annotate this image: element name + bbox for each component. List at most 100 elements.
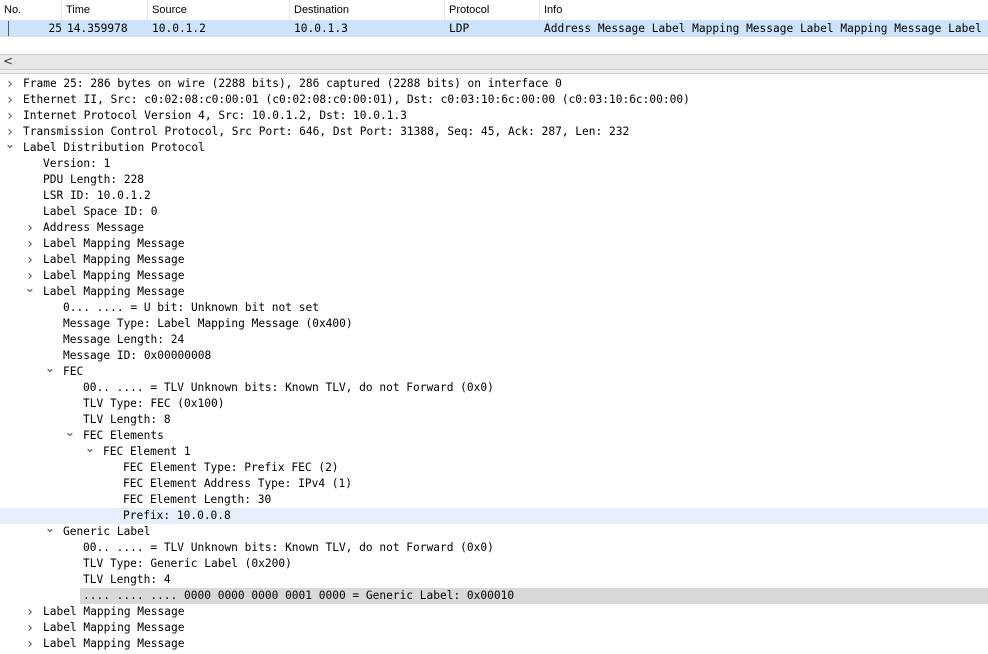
tree-node-label: LSR ID: 10.0.1.2 bbox=[43, 189, 151, 202]
tree-node[interactable]: › Frame 25: 286 bytes on wire (2288 bits)… bbox=[0, 76, 988, 92]
tree-node-label: TLV Length: 8 bbox=[83, 413, 171, 426]
tree-node[interactable]: ⌄ Generic Label bbox=[0, 522, 988, 540]
tree-node[interactable]: 00.. .... = TLV Unknown bits: Known TLV,… bbox=[0, 540, 988, 556]
tree-node[interactable]: 0... .... = U bit: Unknown bit not set bbox=[0, 300, 988, 316]
tree-node-label: FEC Element 1 bbox=[103, 445, 191, 458]
chevron-right-icon[interactable]: › bbox=[24, 636, 36, 652]
tree-node[interactable]: › Transmission Control Protocol, Src Port… bbox=[0, 124, 988, 140]
tree-node-label: Generic Label bbox=[63, 525, 151, 538]
tree-node-label: Label Mapping Message bbox=[43, 237, 185, 250]
tree-node-label: Label Distribution Protocol bbox=[23, 141, 205, 154]
chevron-down-icon[interactable]: ⌄ bbox=[4, 138, 16, 156]
tree-node[interactable]: PDU Length: 228 bbox=[0, 172, 988, 188]
tree-node-label: TLV Type: Generic Label (0x200) bbox=[83, 557, 292, 570]
scroll-left-icon[interactable]: < bbox=[3, 54, 13, 68]
column-header-info[interactable]: Info bbox=[540, 0, 988, 20]
tree-node[interactable]: Prefix: 10.0.0.8 bbox=[0, 508, 988, 524]
tree-node[interactable]: › Label Mapping Message bbox=[0, 236, 988, 252]
tree-node-label: FEC bbox=[63, 365, 84, 378]
tree-node[interactable]: Message Type: Label Mapping Message (0x4… bbox=[0, 316, 988, 332]
tree-node[interactable]: ⌄ Label Mapping Message bbox=[0, 282, 988, 300]
column-header-time[interactable]: Time bbox=[62, 0, 148, 20]
chevron-right-icon[interactable]: › bbox=[4, 108, 16, 124]
column-header-destination[interactable]: Destination bbox=[290, 0, 445, 20]
horizontal-scrollbar[interactable]: < bbox=[0, 54, 988, 70]
tree-node[interactable]: › Label Mapping Message bbox=[0, 620, 988, 636]
tree-node[interactable]: › Label Mapping Message bbox=[0, 252, 988, 268]
tree-node[interactable]: Message Length: 24 bbox=[0, 332, 988, 348]
tree-node-label: FEC Element Length: 30 bbox=[123, 493, 272, 506]
tree-node[interactable]: ⌄ FEC bbox=[0, 362, 988, 380]
tree-node[interactable]: › Label Mapping Message bbox=[0, 604, 988, 620]
tree-node-label: Frame 25: 286 bytes on wire (2288 bits),… bbox=[23, 77, 562, 90]
pane-splitter[interactable] bbox=[0, 70, 988, 74]
tree-node-label: Internet Protocol Version 4, Src: 10.0.1… bbox=[23, 109, 407, 122]
tree-node[interactable]: TLV Type: FEC (0x100) bbox=[0, 396, 988, 412]
tree-node[interactable]: FEC Element Type: Prefix FEC (2) bbox=[0, 460, 988, 476]
packet-source: 10.0.1.2 bbox=[152, 22, 206, 35]
tree-node-label: TLV Type: FEC (0x100) bbox=[83, 397, 225, 410]
tree-node-label: Label Mapping Message bbox=[43, 269, 185, 282]
chevron-right-icon[interactable]: › bbox=[24, 620, 36, 636]
chevron-right-icon[interactable]: › bbox=[24, 604, 36, 620]
packet-destination: 10.0.1.3 bbox=[294, 22, 348, 35]
tree-node[interactable]: › Address Message bbox=[0, 220, 988, 236]
tree-node[interactable]: › Internet Protocol Version 4, Src: 10.0.… bbox=[0, 108, 988, 124]
chevron-right-icon[interactable]: › bbox=[4, 92, 16, 108]
column-header-no[interactable]: No. bbox=[0, 0, 62, 20]
chevron-right-icon[interactable]: › bbox=[24, 220, 36, 236]
tree-node[interactable]: ⌄ Label Distribution Protocol bbox=[0, 138, 988, 156]
tree-node[interactable]: LSR ID: 10.0.1.2 bbox=[0, 188, 988, 204]
tree-node[interactable]: Label Space ID: 0 bbox=[0, 204, 988, 220]
tree-node[interactable]: TLV Length: 4 bbox=[0, 572, 988, 588]
packet-row[interactable]: 25 14.359978 10.0.1.2 10.0.1.3 LDP Addre… bbox=[0, 20, 988, 37]
chevron-down-icon[interactable]: ⌄ bbox=[44, 522, 56, 540]
column-header-source[interactable]: Source bbox=[148, 0, 290, 20]
tree-node[interactable]: ⌄ FEC Elements bbox=[0, 426, 988, 444]
tree-node-label: FEC Elements bbox=[83, 429, 164, 442]
chevron-down-icon[interactable]: ⌄ bbox=[84, 442, 96, 460]
tree-node-label: Version: 1 bbox=[43, 157, 111, 170]
tree-node[interactable]: .... .... .... 0000 0000 0000 0001 0000 … bbox=[80, 588, 988, 604]
tree-node[interactable]: ⌄ FEC Element 1 bbox=[0, 442, 988, 460]
chevron-right-icon[interactable]: › bbox=[4, 76, 16, 92]
tree-node-label: TLV Length: 4 bbox=[83, 573, 171, 586]
tree-node-label: Label Mapping Message bbox=[43, 285, 185, 298]
tree-node[interactable]: FEC Element Address Type: IPv4 (1) bbox=[0, 476, 988, 492]
tree-node-label: Message ID: 0x00000008 bbox=[63, 349, 212, 362]
tree-node-label: Label Mapping Message bbox=[43, 253, 185, 266]
tree-node-label: Message Type: Label Mapping Message (0x4… bbox=[63, 317, 353, 330]
chevron-right-icon[interactable]: › bbox=[24, 252, 36, 268]
chevron-down-icon[interactable]: ⌄ bbox=[24, 282, 36, 300]
tree-node[interactable]: 00.. .... = TLV Unknown bits: Known TLV,… bbox=[0, 380, 988, 396]
tree-node-label: Label Space ID: 0 bbox=[43, 205, 158, 218]
chevron-down-icon[interactable]: ⌄ bbox=[64, 426, 76, 444]
chevron-down-icon[interactable]: ⌄ bbox=[44, 362, 56, 380]
tree-node-label: Prefix: 10.0.0.8 bbox=[123, 509, 231, 522]
tree-node-label: 00.. .... = TLV Unknown bits: Known TLV,… bbox=[83, 381, 494, 394]
tree-node[interactable]: TLV Length: 8 bbox=[0, 412, 988, 428]
tree-node-label: Address Message bbox=[43, 221, 145, 234]
tree-node[interactable]: FEC Element Length: 30 bbox=[0, 492, 988, 508]
packet-list-empty-area bbox=[0, 37, 988, 54]
tree-node[interactable]: Version: 1 bbox=[0, 156, 988, 172]
tree-node[interactable]: Message ID: 0x00000008 bbox=[0, 348, 988, 364]
tree-node[interactable]: › Ethernet II, Src: c0:02:08:c0:00:01 (c0… bbox=[0, 92, 988, 108]
tree-node[interactable]: › Label Mapping Message bbox=[0, 268, 988, 284]
chevron-right-icon[interactable]: › bbox=[24, 236, 36, 252]
tree-node[interactable]: TLV Type: Generic Label (0x200) bbox=[0, 556, 988, 572]
column-header-protocol[interactable]: Protocol bbox=[445, 0, 540, 20]
tree-node[interactable]: › Label Mapping Message bbox=[0, 636, 988, 652]
